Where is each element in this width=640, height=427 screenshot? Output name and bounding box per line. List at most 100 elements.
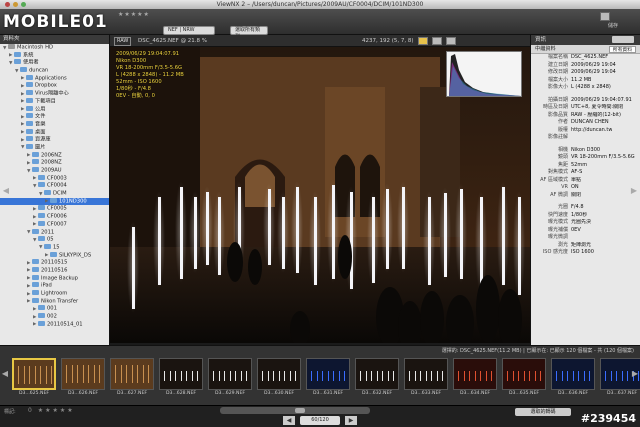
scrollbar-thumb[interactable] <box>295 408 305 413</box>
select-all-types-button[interactable]: 選取所有類型 <box>230 26 268 40</box>
filmstrip-scrollbar[interactable] <box>220 407 370 414</box>
thumbnail-image <box>453 358 497 390</box>
page-indicator[interactable]: 60/120 <box>300 416 340 425</box>
thumbnail[interactable]: D3...626.NEF <box>61 358 105 398</box>
next-page-button[interactable]: ▶ <box>345 416 357 425</box>
thumbnail-image <box>12 358 56 390</box>
sidebar-item-label: iPad <box>41 282 52 289</box>
sidebar-item[interactable]: ▶ 文件 <box>0 113 109 121</box>
sidebar-item[interactable]: ▶ 2008NZ <box>0 159 109 167</box>
convert-selected-button[interactable]: 選取的轉碼 <box>515 408 571 416</box>
metadata-value: 2009/06/29 19:04 <box>571 61 616 68</box>
thumbnail[interactable]: D3...629.NEF <box>208 358 252 398</box>
collapse-left-panel-icon[interactable]: ◀ <box>1 185 11 197</box>
sidebar-item[interactable]: ▼ Macintosh HD <box>0 44 109 52</box>
metadata-key: 相機 <box>557 146 568 153</box>
metadata-value: 關閉 <box>571 191 582 198</box>
sidebar-item[interactable]: ▼ 15 <box>0 243 109 252</box>
folder-icon <box>26 113 33 119</box>
thumbnail[interactable]: D3...628.NEF <box>159 358 203 398</box>
collapse-right-panel-icon[interactable]: ▶ <box>629 185 639 197</box>
sidebar-item[interactable]: ▶ 下載項目 <box>0 97 109 106</box>
sidebar-item[interactable]: ▶ Dropbox <box>0 82 109 90</box>
metadata-row: 光圈 F/4.8 <box>531 204 640 212</box>
rating-filter[interactable]: ★★★★★ <box>118 11 150 18</box>
sidebar-item[interactable]: ▶ 20110516 <box>0 266 109 275</box>
sidebar-item[interactable]: ▶ Virus隔離中心 <box>0 90 109 98</box>
sidebar-item[interactable]: ▶ 音樂 <box>0 120 109 129</box>
metadata-key: 檔案大小 <box>547 76 568 83</box>
sidebar-item-label: 公用 <box>35 106 46 112</box>
shadow-toggle-icon[interactable] <box>432 37 442 45</box>
sidebar-item[interactable]: ▶ SILKYPIX_DS <box>0 251 109 260</box>
sidebar-item[interactable]: ▶ 2006NZ <box>0 151 109 160</box>
sidebar-item[interactable]: ▶ Applications <box>0 74 109 83</box>
thumbnail[interactable]: D3...627.NEF <box>110 358 154 398</box>
sidebar-item-label: 桌面 <box>35 129 46 136</box>
sidebar-item-label: 101ND300 <box>59 198 87 205</box>
save-icon[interactable] <box>600 12 610 21</box>
filmstrip-status: 選擇的: DSC_4625.NEF(11.2 MB) | 已顯示在: 已顯示 1… <box>441 348 634 354</box>
sidebar-item[interactable]: ▶ 桌面 <box>0 128 109 137</box>
sidebar-item[interactable]: ▶ Lightroom <box>0 290 109 298</box>
sidebar-item[interactable]: ▼ 使用者 <box>0 59 109 67</box>
sidebar-item[interactable]: ▼ 圖片 <box>0 143 109 152</box>
sidebar-item[interactable]: ▶ CF0006 <box>0 213 109 221</box>
metadata-key: 影像註解 <box>547 134 568 140</box>
thumbnail[interactable]: D3...633.NEF <box>404 358 448 398</box>
highlight-toggle-icon[interactable] <box>418 37 428 45</box>
panel-mode-select[interactable] <box>612 36 634 43</box>
folder-icon <box>32 167 39 172</box>
metadata-value: http://duncan.tw <box>571 126 613 133</box>
sidebar-item[interactable]: ▶ CF0005 <box>0 205 109 213</box>
metadata-row: 曝光微調 <box>531 234 640 242</box>
sidebar-item[interactable]: ▼ CF0004 <box>0 182 109 190</box>
folder-icon <box>14 59 21 65</box>
sidebar-item[interactable]: ▶ 001 <box>0 305 109 313</box>
sidebar-item[interactable]: ▶ 002 <box>0 313 109 321</box>
sidebar-item[interactable]: ▶ Nikon Transfer <box>0 297 109 306</box>
sidebar-item[interactable]: ▶ 20110514_01 <box>0 320 109 329</box>
prev-page-button[interactable]: ◀ <box>283 416 295 425</box>
thumbnail[interactable]: D3...635.NEF <box>502 358 546 398</box>
sidebar-item[interactable]: ▼ 05 <box>0 236 109 244</box>
metadata-row: 曝光模式 光圈先決 <box>531 219 640 227</box>
thumbnail-image <box>551 358 595 390</box>
thumbnail[interactable]: D3...625.NEF <box>12 358 56 398</box>
sidebar-item[interactable]: ▶ iPad <box>0 282 109 290</box>
sidebar-item[interactable]: ▶ CF0003 <box>0 174 109 183</box>
sidebar-item-label: 2011 <box>41 229 55 235</box>
sidebar-item[interactable]: ▶ Image Backup <box>0 274 109 283</box>
thumbnail[interactable]: D3...634.NEF <box>453 358 497 398</box>
sidebar-item-label: 2006NZ <box>41 152 62 159</box>
overlay-line: VR 18-200mm F/3.5-5.6G <box>116 65 183 71</box>
file-type-select[interactable]: NEF | NRW <box>163 26 215 35</box>
thumbnail[interactable]: D3...632.NEF <box>355 358 399 398</box>
focus-point-icon[interactable] <box>446 37 456 45</box>
folder-icon <box>38 220 45 226</box>
metadata-row: 影像註解 <box>531 134 640 142</box>
sidebar-item[interactable]: ▶ 系統 <box>0 51 109 60</box>
tag-rating-stars[interactable]: 0 ★★★★★ <box>28 407 75 414</box>
sidebar-item[interactable]: ▼ DCIM <box>0 190 109 198</box>
thumbnail[interactable]: D3...631.NEF <box>306 358 350 398</box>
filmstrip-prev-icon[interactable]: ◀ <box>0 368 10 380</box>
sidebar-item[interactable]: ▼ 2009AU <box>0 167 109 175</box>
metadata-value: 2009/06/29 19:04 <box>571 69 616 75</box>
sidebar-item[interactable]: ▼ duncan <box>0 67 109 75</box>
thumbnail[interactable]: D3...636.NEF <box>551 358 595 398</box>
sidebar-item[interactable]: ▶ 資源庫 <box>0 136 109 144</box>
thumbnail[interactable]: D3...630.NEF <box>257 358 301 398</box>
shooting-info-overlay: 2009/06/29 19:04:07.91 Nikon D300 VR 18-20… <box>116 51 184 100</box>
sidebar-item[interactable]: ▶ CF0007 <box>0 220 109 229</box>
metadata-filter-select[interactable]: 所有資料 <box>608 46 636 53</box>
sidebar-item[interactable]: ▶ 20110515 <box>0 259 109 267</box>
sidebar-item-label: Applications <box>35 75 67 82</box>
filmstrip-next-icon[interactable]: ▶ <box>630 368 640 380</box>
sidebar-item[interactable]: ▶ 公用 <box>0 105 109 114</box>
sidebar-item[interactable]: ▼ 2011 <box>0 228 109 237</box>
sidebar-item[interactable]: ▶ 101ND300 <box>0 197 109 206</box>
metadata-value: RAW - 壓縮的(12-bit) <box>571 111 621 118</box>
tab-metadata[interactable]: 中繼資料 <box>535 46 556 52</box>
metadata-value: F/4.8 <box>571 204 584 210</box>
